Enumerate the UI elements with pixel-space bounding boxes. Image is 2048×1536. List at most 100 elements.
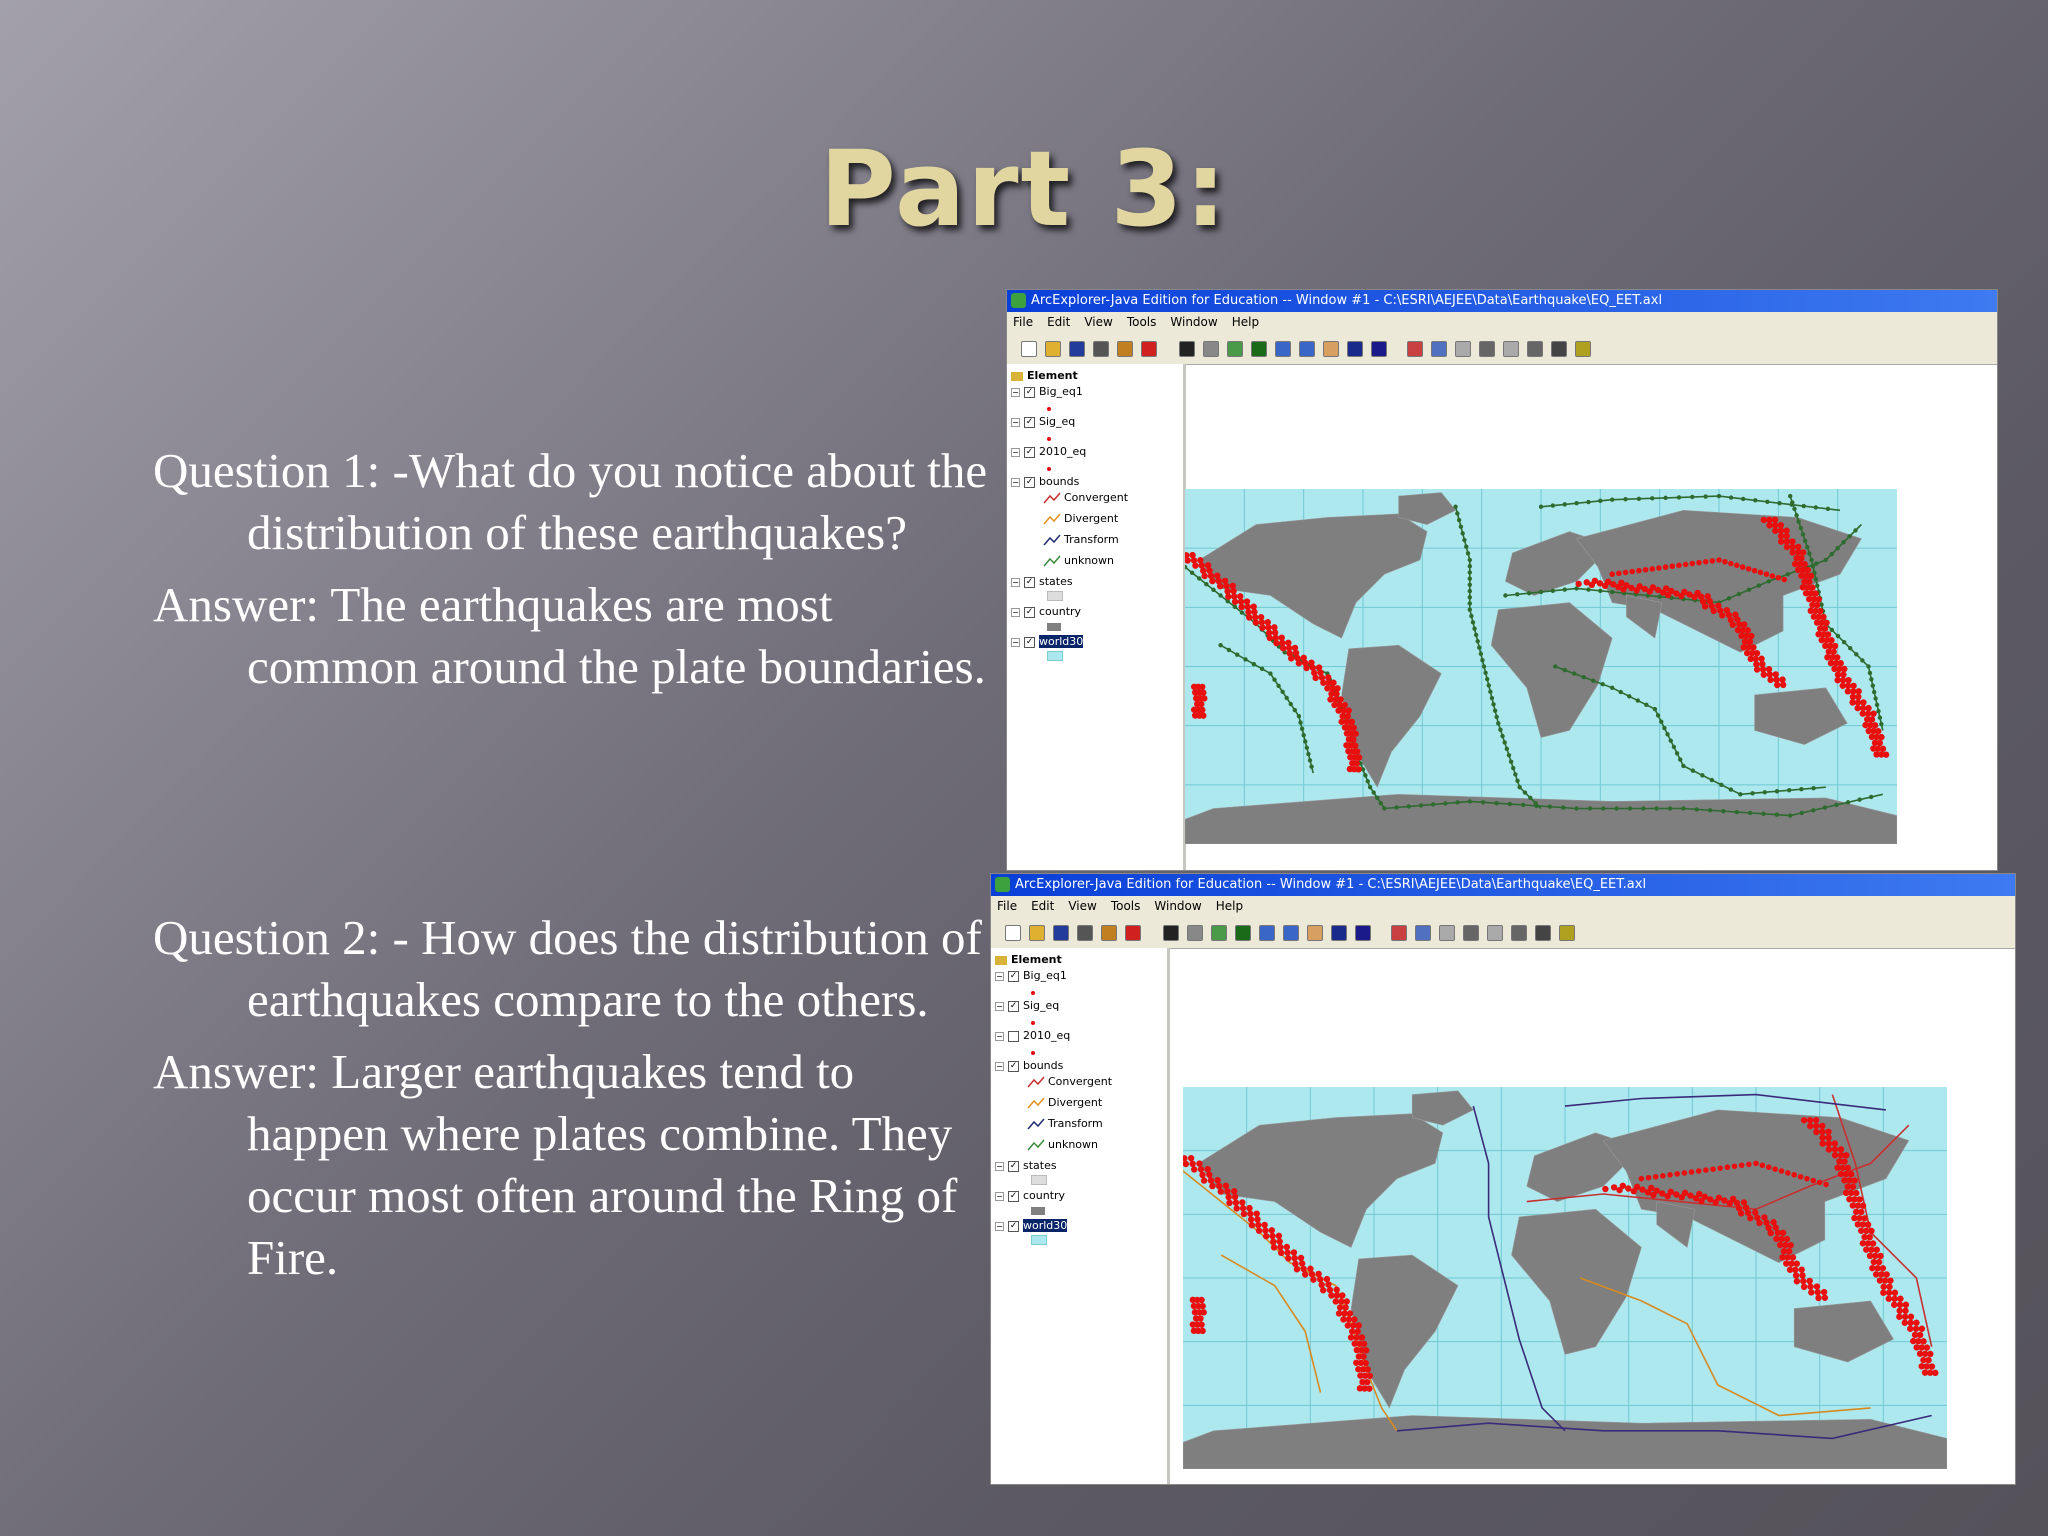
toolbar-tool-icon[interactable]	[1347, 341, 1363, 357]
toolbar-tool-icon[interactable]	[1439, 925, 1455, 941]
layer-item[interactable]: − ✓ states	[1011, 574, 1073, 590]
toolbar-tool-icon[interactable]	[1479, 341, 1495, 357]
menu-view[interactable]: View	[1084, 315, 1112, 329]
layer-checkbox[interactable]: ✓	[1024, 446, 1035, 458]
toolbar-tool-icon[interactable]	[1101, 925, 1117, 941]
layer-item[interactable]: − ✓ country	[1011, 604, 1081, 620]
toolbar-tool-icon[interactable]	[1551, 341, 1567, 357]
toolbar-tool-icon[interactable]	[1117, 341, 1133, 357]
toolbar-tool-icon[interactable]	[1029, 925, 1045, 941]
toolbar-tool-icon[interactable]	[1407, 341, 1423, 357]
toolbar-tool-icon[interactable]	[1275, 341, 1291, 357]
toolbar-tool-icon[interactable]	[1187, 925, 1203, 941]
menu-file[interactable]: File	[997, 899, 1017, 913]
toolbar-tool-icon[interactable]	[1431, 341, 1447, 357]
layer-checkbox[interactable]: ✓	[1024, 576, 1035, 588]
window-2-world-map[interactable]	[1183, 1087, 1947, 1469]
toolbar-tool-icon[interactable]	[1391, 925, 1407, 941]
toolbar-tool-icon[interactable]	[1251, 341, 1267, 357]
layer-item[interactable]: − ✓ Big_eq1	[1011, 384, 1083, 400]
layer-root[interactable]: Element	[1011, 368, 1078, 384]
layer-item[interactable]: − ✓ bounds	[995, 1058, 1063, 1074]
expand-icon[interactable]: −	[995, 1191, 1004, 1201]
menu-tools[interactable]: Tools	[1127, 315, 1157, 329]
layer-checkbox[interactable]: ✓	[1024, 476, 1035, 488]
toolbar-tool-icon[interactable]	[1045, 341, 1061, 357]
expand-icon[interactable]: −	[995, 1161, 1004, 1171]
layer-checkbox[interactable]: ✓	[1024, 606, 1035, 618]
layer-item[interactable]: − ✓ 2010_eq	[1011, 444, 1086, 460]
toolbar-tool-icon[interactable]	[1283, 925, 1299, 941]
layer-item[interactable]: − ✓ Big_eq1	[995, 968, 1067, 984]
expand-icon[interactable]: −	[1011, 577, 1020, 587]
toolbar-tool-icon[interactable]	[1575, 341, 1591, 357]
expand-icon[interactable]: −	[995, 1221, 1004, 1231]
toolbar-tool-icon[interactable]	[1307, 925, 1323, 941]
toolbar-tool-icon[interactable]	[1163, 925, 1179, 941]
layer-checkbox[interactable]: ✓	[1008, 1000, 1019, 1012]
layer-item[interactable]: − ✓ country	[995, 1188, 1065, 1204]
toolbar-tool-icon[interactable]	[1415, 925, 1431, 941]
expand-icon[interactable]: −	[1011, 607, 1020, 617]
expand-icon[interactable]: −	[1011, 477, 1020, 487]
toolbar-tool-icon[interactable]	[1053, 925, 1069, 941]
expand-icon[interactable]: −	[995, 1061, 1004, 1071]
expand-icon[interactable]: −	[1011, 417, 1020, 427]
toolbar-tool-icon[interactable]	[1511, 925, 1527, 941]
layer-checkbox[interactable]: ✓	[1008, 1060, 1019, 1072]
toolbar-tool-icon[interactable]	[1503, 341, 1519, 357]
toolbar-tool-icon[interactable]	[1527, 341, 1543, 357]
menu-tools[interactable]: Tools	[1111, 899, 1141, 913]
expand-icon[interactable]: −	[995, 1001, 1004, 1011]
layer-item[interactable]: − ✓ Sig_eq	[1011, 414, 1075, 430]
window-1-world-map[interactable]	[1185, 489, 1897, 844]
toolbar-tool-icon[interactable]	[1077, 925, 1093, 941]
toolbar-tool-icon[interactable]	[1463, 925, 1479, 941]
expand-icon[interactable]: −	[1011, 387, 1020, 397]
toolbar-tool-icon[interactable]	[1125, 925, 1141, 941]
layer-checkbox[interactable]: ✓	[1008, 1220, 1019, 1232]
menu-edit[interactable]: Edit	[1031, 899, 1054, 913]
layer-checkbox[interactable]	[1008, 1030, 1019, 1042]
toolbar-tool-icon[interactable]	[1203, 341, 1219, 357]
menu-window[interactable]: Window	[1170, 315, 1217, 329]
layer-item[interactable]: − 2010_eq	[995, 1028, 1070, 1044]
layer-item[interactable]: − ✓ Sig_eq	[995, 998, 1059, 1014]
layer-item[interactable]: − ✓ bounds	[1011, 474, 1079, 490]
toolbar-tool-icon[interactable]	[1535, 925, 1551, 941]
toolbar-tool-icon[interactable]	[1227, 341, 1243, 357]
menu-edit[interactable]: Edit	[1047, 315, 1070, 329]
menu-view[interactable]: View	[1068, 899, 1096, 913]
toolbar-tool-icon[interactable]	[1179, 341, 1195, 357]
expand-icon[interactable]: −	[1011, 447, 1020, 457]
layer-item[interactable]: − ✓ states	[995, 1158, 1057, 1174]
toolbar-tool-icon[interactable]	[1021, 341, 1037, 357]
layer-checkbox[interactable]: ✓	[1024, 416, 1035, 428]
menu-file[interactable]: File	[1013, 315, 1033, 329]
menu-help[interactable]: Help	[1216, 899, 1243, 913]
expand-icon[interactable]: −	[995, 1031, 1004, 1041]
toolbar-tool-icon[interactable]	[1371, 341, 1387, 357]
layer-item[interactable]: − ✓ world30	[1011, 634, 1084, 650]
toolbar-tool-icon[interactable]	[1331, 925, 1347, 941]
layer-checkbox[interactable]: ✓	[1008, 970, 1019, 982]
expand-icon[interactable]: −	[1011, 637, 1020, 647]
toolbar-tool-icon[interactable]	[1355, 925, 1371, 941]
toolbar-tool-icon[interactable]	[1559, 925, 1575, 941]
toolbar-tool-icon[interactable]	[1069, 341, 1085, 357]
menu-window[interactable]: Window	[1154, 899, 1201, 913]
toolbar-tool-icon[interactable]	[1487, 925, 1503, 941]
layer-checkbox[interactable]: ✓	[1008, 1190, 1019, 1202]
toolbar-tool-icon[interactable]	[1093, 341, 1109, 357]
layer-checkbox[interactable]: ✓	[1008, 1160, 1019, 1172]
toolbar-tool-icon[interactable]	[1455, 341, 1471, 357]
toolbar-tool-icon[interactable]	[1005, 925, 1021, 941]
toolbar-tool-icon[interactable]	[1235, 925, 1251, 941]
toolbar-tool-icon[interactable]	[1211, 925, 1227, 941]
menu-help[interactable]: Help	[1232, 315, 1259, 329]
layer-root[interactable]: Element	[995, 952, 1062, 968]
toolbar-tool-icon[interactable]	[1259, 925, 1275, 941]
toolbar-tool-icon[interactable]	[1299, 341, 1315, 357]
expand-icon[interactable]: −	[995, 971, 1004, 981]
layer-item[interactable]: − ✓ world30	[995, 1218, 1068, 1234]
